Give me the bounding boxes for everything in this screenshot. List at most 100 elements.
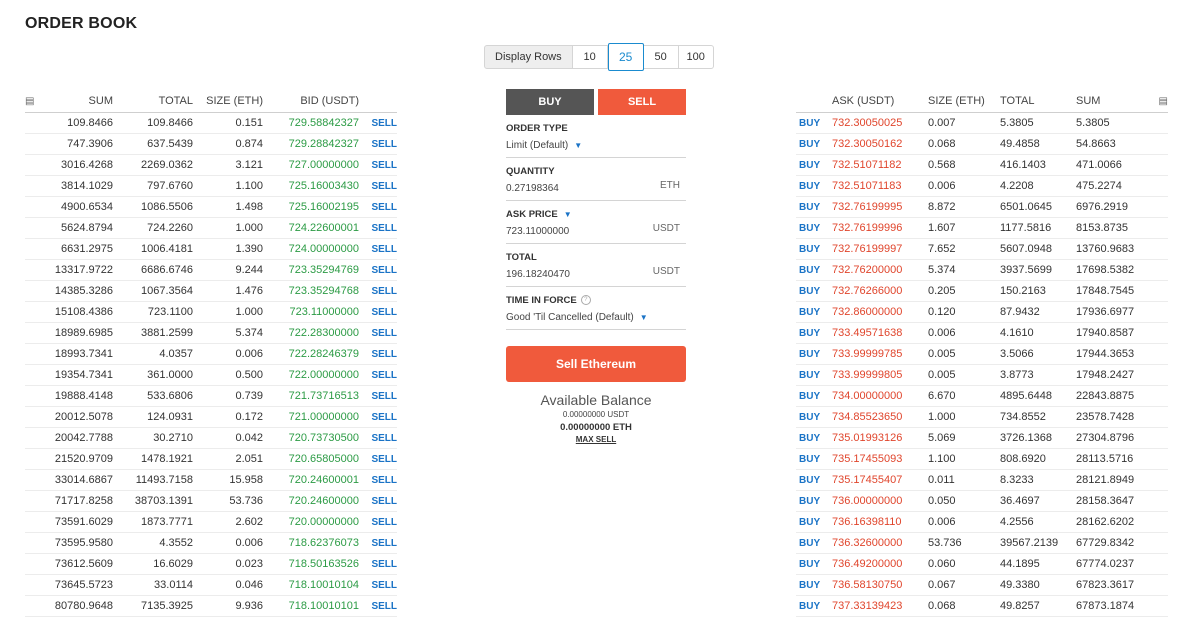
- ask-price[interactable]: 732.76199995: [832, 196, 928, 218]
- bid-price[interactable]: 725.16003430: [263, 175, 359, 197]
- buy-link[interactable]: BUY: [796, 469, 832, 491]
- table-row[interactable]: BUY 736.16398110 0.006 4.2556 28162.6202: [796, 511, 1168, 533]
- sell-link[interactable]: SELL: [359, 574, 397, 596]
- table-row[interactable]: BUY 732.30050025 0.007 5.3805 5.3805: [796, 112, 1168, 134]
- buy-link[interactable]: BUY: [796, 154, 832, 176]
- ask-price[interactable]: 732.30050162: [832, 133, 928, 155]
- sell-link[interactable]: SELL: [359, 406, 397, 428]
- table-row[interactable]: 6631.2975 1006.4181 1.390 724.00000000 SELL: [25, 238, 397, 260]
- buy-link[interactable]: BUY: [796, 217, 832, 239]
- table-row[interactable]: 3814.1029 797.6760 1.100 725.16003430 SELL: [25, 175, 397, 197]
- asks-header-total[interactable]: TOTAL: [1000, 90, 1076, 113]
- ask-price[interactable]: 735.01993126: [832, 427, 928, 449]
- bid-price[interactable]: 727.00000000: [263, 154, 359, 176]
- table-row[interactable]: BUY 732.76200000 5.374 3937.5699 17698.5382: [796, 259, 1168, 281]
- buy-link[interactable]: BUY: [796, 259, 832, 281]
- table-row[interactable]: BUY 737.33139423 0.068 49.8257 67873.1874: [796, 595, 1168, 617]
- sell-link[interactable]: SELL: [359, 364, 397, 386]
- bid-price[interactable]: 724.22600001: [263, 217, 359, 239]
- buy-link[interactable]: BUY: [796, 448, 832, 470]
- sell-link[interactable]: SELL: [359, 553, 397, 575]
- table-row[interactable]: 21520.9709 1478.1921 2.051 720.65805000 SELL: [25, 448, 397, 470]
- table-row[interactable]: 18989.6985 3881.2599 5.374 722.28300000 SELL: [25, 322, 397, 344]
- table-row[interactable]: BUY 732.30050162 0.068 49.4858 54.8663: [796, 133, 1168, 155]
- buy-link[interactable]: BUY: [796, 343, 832, 365]
- sell-link[interactable]: SELL: [359, 511, 397, 533]
- rows-option-25[interactable]: 25: [607, 43, 644, 71]
- bid-price[interactable]: 729.58842327: [263, 112, 359, 134]
- bids-header-sum[interactable]: SUM: [43, 90, 113, 113]
- table-row[interactable]: 19354.7341 361.0000 0.500 722.00000000 SELL: [25, 364, 397, 386]
- buy-link[interactable]: BUY: [796, 322, 832, 344]
- ask-price[interactable]: 732.51071182: [832, 154, 928, 176]
- table-row[interactable]: 71717.8258 38703.1391 53.736 720.24600000 SE…: [25, 490, 397, 512]
- bids-header-bid[interactable]: BID (USDT): [263, 90, 359, 113]
- table-row[interactable]: BUY 736.32600000 53.736 39567.2139 67729.834…: [796, 532, 1168, 554]
- table-row[interactable]: BUY 732.76199996 1.607 1177.5816 8153.8735: [796, 217, 1168, 239]
- table-row[interactable]: 33014.6867 11493.7158 15.958 720.24600001 SE…: [25, 469, 397, 491]
- table-row[interactable]: 20012.5078 124.0931 0.172 721.00000000 SELL: [25, 406, 397, 428]
- bid-price[interactable]: 718.10010101: [263, 595, 359, 617]
- chevron-down-icon[interactable]: ▼: [564, 210, 572, 219]
- table-row[interactable]: 80780.9648 7135.3925 9.936 718.10010101 SELL: [25, 595, 397, 617]
- ask-price[interactable]: 732.76200000: [832, 259, 928, 281]
- sell-ethereum-button[interactable]: Sell Ethereum: [506, 346, 686, 382]
- table-row[interactable]: 3016.4268 2269.0362 3.121 727.00000000 SELL: [25, 154, 397, 176]
- order-type-value[interactable]: Limit (Default): [506, 140, 568, 151]
- table-row[interactable]: BUY 732.76199995 8.872 6501.0645 6976.2919: [796, 196, 1168, 218]
- ask-price[interactable]: 732.51071183: [832, 175, 928, 197]
- table-row[interactable]: 73645.5723 33.0114 0.046 718.10010104 SELL: [25, 574, 397, 596]
- asks-header-size[interactable]: SIZE (ETH): [928, 90, 1000, 113]
- sell-link[interactable]: SELL: [359, 427, 397, 449]
- ask-price[interactable]: 737.33139423: [832, 595, 928, 617]
- ask-price[interactable]: 736.32600000: [832, 532, 928, 554]
- bid-price[interactable]: 720.65805000: [263, 448, 359, 470]
- table-row[interactable]: 4900.6534 1086.5506 1.498 725.16002195 SELL: [25, 196, 397, 218]
- table-row[interactable]: BUY 736.58130750 0.067 49.3380 67823.3617: [796, 574, 1168, 596]
- quantity-input[interactable]: 0.27198364: [506, 183, 686, 194]
- sell-link[interactable]: SELL: [359, 448, 397, 470]
- buy-link[interactable]: BUY: [796, 196, 832, 218]
- bid-price[interactable]: 720.24600001: [263, 469, 359, 491]
- table-row[interactable]: 14385.3286 1067.3564 1.476 723.35294768 SELL: [25, 280, 397, 302]
- buy-link[interactable]: BUY: [796, 406, 832, 428]
- sell-link[interactable]: SELL: [359, 385, 397, 407]
- chevron-down-icon[interactable]: ▼: [574, 141, 582, 150]
- ask-price[interactable]: 732.76199996: [832, 217, 928, 239]
- ask-price[interactable]: 732.30050025: [832, 112, 928, 134]
- table-row[interactable]: BUY 732.86000000 0.120 87.9432 17936.6977: [796, 301, 1168, 323]
- ask-price[interactable]: 736.00000000: [832, 490, 928, 512]
- sell-link[interactable]: SELL: [359, 490, 397, 512]
- sell-link[interactable]: SELL: [359, 217, 397, 239]
- table-row[interactable]: 18993.7341 4.0357 0.006 722.28246379 SELL: [25, 343, 397, 365]
- buy-link[interactable]: BUY: [796, 553, 832, 575]
- bid-price[interactable]: 718.50163526: [263, 553, 359, 575]
- sell-link[interactable]: SELL: [359, 112, 397, 134]
- table-row[interactable]: 73612.5609 16.6029 0.023 718.50163526 SELL: [25, 553, 397, 575]
- ask-price[interactable]: 733.99999785: [832, 343, 928, 365]
- buy-link[interactable]: BUY: [796, 490, 832, 512]
- buy-link[interactable]: BUY: [796, 574, 832, 596]
- buy-link[interactable]: BUY: [796, 532, 832, 554]
- table-row[interactable]: 5624.8794 724.2260 1.000 724.22600001 SELL: [25, 217, 397, 239]
- sell-link[interactable]: SELL: [359, 238, 397, 260]
- ask-price-label[interactable]: ASK PRICE: [506, 209, 558, 220]
- bids-header-size[interactable]: SIZE (ETH): [193, 90, 263, 113]
- bid-price[interactable]: 720.00000000: [263, 511, 359, 533]
- rows-option-10[interactable]: 10: [572, 45, 608, 69]
- buy-link[interactable]: BUY: [796, 112, 832, 134]
- time-in-force-value[interactable]: Good 'Til Cancelled (Default): [506, 312, 634, 323]
- table-row[interactable]: BUY 734.00000000 6.670 4895.6448 22843.8875: [796, 385, 1168, 407]
- column-settings-icon[interactable]: ▤: [25, 90, 43, 113]
- chevron-down-icon[interactable]: ▼: [640, 313, 648, 322]
- order-type-field[interactable]: ORDER TYPE Limit (Default) ▼: [506, 115, 686, 158]
- sell-link[interactable]: SELL: [359, 343, 397, 365]
- rows-option-100[interactable]: 100: [678, 45, 714, 69]
- table-row[interactable]: 19888.4148 533.6806 0.739 721.73716513 SELL: [25, 385, 397, 407]
- sell-link[interactable]: SELL: [359, 301, 397, 323]
- bids-header-total[interactable]: TOTAL: [113, 90, 193, 113]
- time-in-force-field[interactable]: TIME IN FORCE? Good 'Til Cancelled (Defa…: [506, 287, 686, 330]
- ask-price[interactable]: 735.17455407: [832, 469, 928, 491]
- ask-price[interactable]: 736.16398110: [832, 511, 928, 533]
- table-row[interactable]: BUY 735.17455093 1.100 808.6920 28113.5716: [796, 448, 1168, 470]
